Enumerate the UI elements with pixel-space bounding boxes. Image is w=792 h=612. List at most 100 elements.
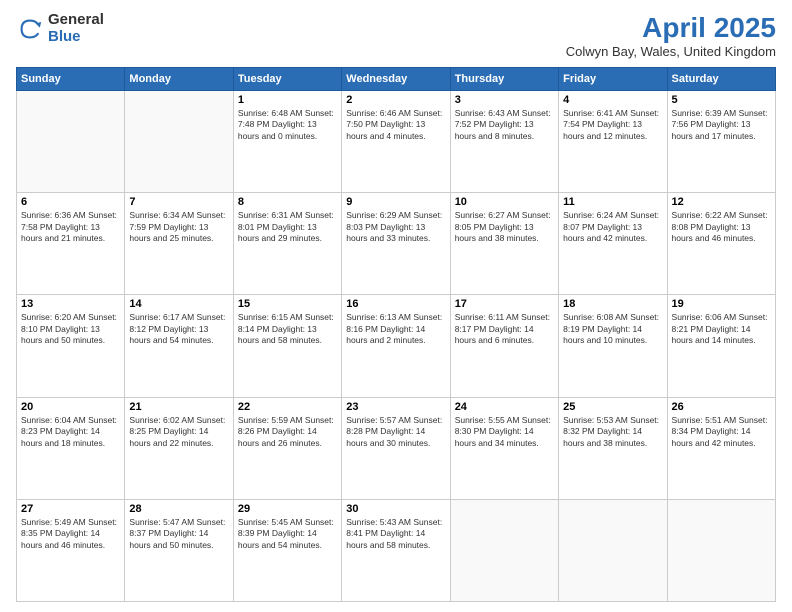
day-number: 2: [346, 94, 445, 106]
day-info: Sunrise: 6:24 AM Sunset: 8:07 PM Dayligh…: [563, 210, 662, 244]
day-number: 19: [672, 298, 771, 310]
day-number: 5: [672, 94, 771, 106]
day-number: 29: [238, 503, 337, 515]
calendar-header-monday: Monday: [125, 68, 233, 91]
day-info: Sunrise: 5:49 AM Sunset: 8:35 PM Dayligh…: [21, 517, 120, 551]
calendar-cell: [450, 499, 558, 601]
calendar-cell: [17, 91, 125, 193]
calendar-cell: 5 Sunrise: 6:39 AM Sunset: 7:56 PM Daylig…: [667, 91, 775, 193]
calendar-header-saturday: Saturday: [667, 68, 775, 91]
calendar-cell: 29 Sunrise: 5:45 AM Sunset: 8:39 PM Dayli…: [233, 499, 341, 601]
page: General Blue April 2025 Colwyn Bay, Wale…: [0, 0, 792, 612]
day-info: Sunrise: 6:06 AM Sunset: 8:21 PM Dayligh…: [672, 312, 771, 346]
day-info: Sunrise: 6:20 AM Sunset: 8:10 PM Dayligh…: [21, 312, 120, 346]
day-info: Sunrise: 6:46 AM Sunset: 7:50 PM Dayligh…: [346, 108, 445, 142]
calendar-cell: 20 Sunrise: 6:04 AM Sunset: 8:23 PM Dayli…: [17, 397, 125, 499]
logo: General Blue: [16, 12, 104, 45]
calendar-cell: 9 Sunrise: 6:29 AM Sunset: 8:03 PM Daylig…: [342, 193, 450, 295]
calendar-header-tuesday: Tuesday: [233, 68, 341, 91]
calendar-cell: 23 Sunrise: 5:57 AM Sunset: 8:28 PM Dayli…: [342, 397, 450, 499]
calendar-cell: 4Sunrise: 6:41 AM Sunset: 7:54 PM Daylig…: [559, 91, 667, 193]
calendar-table: SundayMondayTuesdayWednesdayThursdayFrid…: [16, 67, 776, 602]
calendar-cell: 13 Sunrise: 6:20 AM Sunset: 8:10 PM Dayli…: [17, 295, 125, 397]
day-info: Sunrise: 5:43 AM Sunset: 8:41 PM Dayligh…: [346, 517, 445, 551]
calendar-week-4: 20 Sunrise: 6:04 AM Sunset: 8:23 PM Dayli…: [17, 397, 776, 499]
day-info: Sunrise: 6:04 AM Sunset: 8:23 PM Dayligh…: [21, 415, 120, 449]
day-number: 1: [238, 94, 337, 106]
calendar-cell: 1 Sunrise: 6:48 AM Sunset: 7:48 PM Daylig…: [233, 91, 341, 193]
day-info: Sunrise: 6:17 AM Sunset: 8:12 PM Dayligh…: [129, 312, 228, 346]
calendar-cell: 25 Sunrise: 5:53 AM Sunset: 8:32 PM Dayli…: [559, 397, 667, 499]
calendar-cell: 28 Sunrise: 5:47 AM Sunset: 8:37 PM Dayli…: [125, 499, 233, 601]
logo-icon: [16, 15, 44, 43]
day-number: 13: [21, 298, 120, 310]
day-number: 4: [563, 94, 662, 106]
day-number: 20: [21, 401, 120, 413]
logo-blue: Blue: [48, 29, 104, 46]
calendar-week-1: 1 Sunrise: 6:48 AM Sunset: 7:48 PM Daylig…: [17, 91, 776, 193]
day-number: 6: [21, 196, 120, 208]
day-number: 22: [238, 401, 337, 413]
day-info: Sunrise: 5:57 AM Sunset: 8:28 PM Dayligh…: [346, 415, 445, 449]
calendar-header-sunday: Sunday: [17, 68, 125, 91]
day-info: Sunrise: 6:15 AM Sunset: 8:14 PM Dayligh…: [238, 312, 337, 346]
day-number: 16: [346, 298, 445, 310]
day-number: 24: [455, 401, 554, 413]
calendar-cell: [667, 499, 775, 601]
day-number: 17: [455, 298, 554, 310]
calendar-cell: 6 Sunrise: 6:36 AM Sunset: 7:58 PM Daylig…: [17, 193, 125, 295]
day-number: 15: [238, 298, 337, 310]
day-info: Sunrise: 6:29 AM Sunset: 8:03 PM Dayligh…: [346, 210, 445, 244]
main-title: April 2025: [566, 12, 776, 44]
calendar-cell: 11 Sunrise: 6:24 AM Sunset: 8:07 PM Dayli…: [559, 193, 667, 295]
calendar-cell: 18Sunrise: 6:08 AM Sunset: 8:19 PM Dayli…: [559, 295, 667, 397]
day-number: 26: [672, 401, 771, 413]
day-number: 9: [346, 196, 445, 208]
calendar-header-friday: Friday: [559, 68, 667, 91]
day-info: Sunrise: 5:47 AM Sunset: 8:37 PM Dayligh…: [129, 517, 228, 551]
calendar-cell: 24 Sunrise: 5:55 AM Sunset: 8:30 PM Dayli…: [450, 397, 558, 499]
day-number: 25: [563, 401, 662, 413]
day-info: Sunrise: 5:55 AM Sunset: 8:30 PM Dayligh…: [455, 415, 554, 449]
day-number: 28: [129, 503, 228, 515]
calendar-cell: 16Sunrise: 6:13 AM Sunset: 8:16 PM Dayli…: [342, 295, 450, 397]
day-info: Sunrise: 6:39 AM Sunset: 7:56 PM Dayligh…: [672, 108, 771, 142]
day-number: 23: [346, 401, 445, 413]
calendar-cell: 22 Sunrise: 5:59 AM Sunset: 8:26 PM Dayli…: [233, 397, 341, 499]
day-number: 27: [21, 503, 120, 515]
day-info: Sunrise: 6:31 AM Sunset: 8:01 PM Dayligh…: [238, 210, 337, 244]
calendar-cell: 14Sunrise: 6:17 AM Sunset: 8:12 PM Dayli…: [125, 295, 233, 397]
calendar-week-2: 6 Sunrise: 6:36 AM Sunset: 7:58 PM Daylig…: [17, 193, 776, 295]
calendar-cell: 17 Sunrise: 6:11 AM Sunset: 8:17 PM Dayli…: [450, 295, 558, 397]
calendar-cell: 15 Sunrise: 6:15 AM Sunset: 8:14 PM Dayli…: [233, 295, 341, 397]
day-info: Sunrise: 6:48 AM Sunset: 7:48 PM Dayligh…: [238, 108, 337, 142]
day-info: Sunrise: 6:27 AM Sunset: 8:05 PM Dayligh…: [455, 210, 554, 244]
day-info: Sunrise: 6:34 AM Sunset: 7:59 PM Dayligh…: [129, 210, 228, 244]
day-info: Sunrise: 5:59 AM Sunset: 8:26 PM Dayligh…: [238, 415, 337, 449]
calendar-header-wednesday: Wednesday: [342, 68, 450, 91]
day-info: Sunrise: 6:08 AM Sunset: 8:19 PM Dayligh…: [563, 312, 662, 346]
day-info: Sunrise: 6:36 AM Sunset: 7:58 PM Dayligh…: [21, 210, 120, 244]
calendar-header-thursday: Thursday: [450, 68, 558, 91]
calendar-cell: 7Sunrise: 6:34 AM Sunset: 7:59 PM Daylig…: [125, 193, 233, 295]
calendar-week-3: 13 Sunrise: 6:20 AM Sunset: 8:10 PM Dayli…: [17, 295, 776, 397]
day-info: Sunrise: 6:11 AM Sunset: 8:17 PM Dayligh…: [455, 312, 554, 346]
calendar-cell: [559, 499, 667, 601]
day-number: 8: [238, 196, 337, 208]
day-number: 11: [563, 196, 662, 208]
calendar-cell: 10Sunrise: 6:27 AM Sunset: 8:05 PM Dayli…: [450, 193, 558, 295]
calendar-cell: 19 Sunrise: 6:06 AM Sunset: 8:21 PM Dayli…: [667, 295, 775, 397]
calendar-cell: 26Sunrise: 5:51 AM Sunset: 8:34 PM Dayli…: [667, 397, 775, 499]
calendar-week-5: 27 Sunrise: 5:49 AM Sunset: 8:35 PM Dayli…: [17, 499, 776, 601]
calendar-cell: 21Sunrise: 6:02 AM Sunset: 8:25 PM Dayli…: [125, 397, 233, 499]
day-number: 3: [455, 94, 554, 106]
calendar-cell: [125, 91, 233, 193]
logo-general: General: [48, 12, 104, 29]
day-info: Sunrise: 5:53 AM Sunset: 8:32 PM Dayligh…: [563, 415, 662, 449]
header: General Blue April 2025 Colwyn Bay, Wale…: [16, 12, 776, 59]
day-info: Sunrise: 6:22 AM Sunset: 8:08 PM Dayligh…: [672, 210, 771, 244]
calendar-cell: 30Sunrise: 5:43 AM Sunset: 8:41 PM Dayli…: [342, 499, 450, 601]
day-info: Sunrise: 5:45 AM Sunset: 8:39 PM Dayligh…: [238, 517, 337, 551]
calendar-cell: 27 Sunrise: 5:49 AM Sunset: 8:35 PM Dayli…: [17, 499, 125, 601]
day-number: 12: [672, 196, 771, 208]
